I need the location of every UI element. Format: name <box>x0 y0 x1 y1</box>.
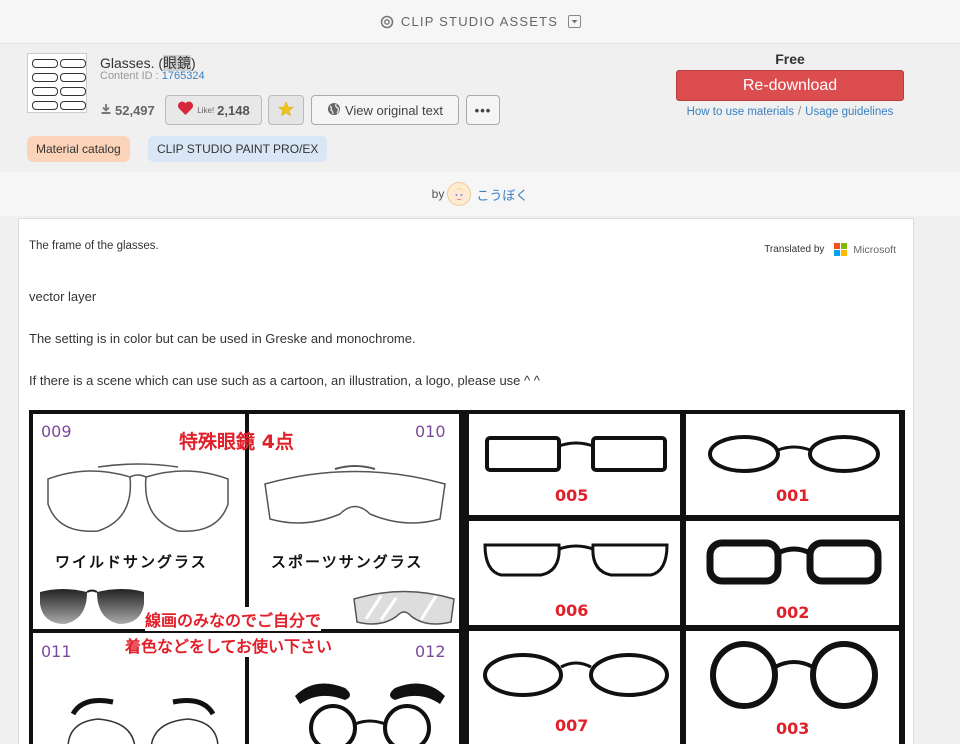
like-label: Like! <box>197 105 215 115</box>
like-button[interactable]: Like! 2,148 <box>165 95 262 125</box>
brand-name[interactable]: CLIP STUDIO ASSETS <box>401 14 558 29</box>
dropdown-square-icon[interactable] <box>568 15 582 28</box>
clip-studio-logo-icon[interactable] <box>379 14 395 30</box>
view-original-text-button[interactable]: View original text <box>311 95 459 125</box>
link-separator: / <box>797 106 802 118</box>
dark-aviator-drawing <box>40 589 144 624</box>
sample-image[interactable]: 009 010 特殊眼鏡 4点 ワイルドサングラス スポーツサングラス 線画のみ… <box>29 410 905 744</box>
sports-glasses-drawing <box>264 465 446 524</box>
help-links: How to use materials / Usage guidelines <box>676 106 904 118</box>
item-number: 007 <box>555 716 589 735</box>
like-count: 2,148 <box>217 102 250 118</box>
more-dots-icon: ••• <box>474 102 492 118</box>
description-paragraph: vector layer <box>29 289 97 304</box>
item-number: 003 <box>776 719 810 738</box>
tag-material-catalog[interactable]: Material catalog <box>27 136 130 162</box>
content-id-label: Content ID : <box>100 70 159 82</box>
content-id: Content ID : 1765324 <box>100 70 205 82</box>
title-suffix: ) <box>191 55 196 71</box>
note-line-2: 着色などをしてお使い下さい <box>125 633 333 657</box>
author-name-link[interactable]: こうぼく <box>476 185 528 204</box>
content-id-link[interactable]: 1765324 <box>162 70 205 82</box>
description-title: The frame of the glasses. <box>29 240 159 252</box>
item-number: 006 <box>555 601 589 620</box>
glasses-panel-003: 003 <box>686 631 899 744</box>
item-number: 011 <box>41 642 72 661</box>
sports-sunglasses-label: スポーツサングラス <box>271 553 424 571</box>
aviator-glasses-drawing <box>47 463 229 533</box>
wild-sunglasses-label: ワイルドサングラス <box>55 553 208 571</box>
tinted-sports-drawing <box>353 590 455 625</box>
re-download-button[interactable]: Re-download <box>676 70 904 101</box>
note-line-1: 線画のみなのでご自分で <box>145 607 322 631</box>
top-bar: CLIP STUDIO ASSETS <box>0 0 960 44</box>
heart-icon <box>177 101 194 119</box>
groucho-glasses-drawing <box>295 683 445 744</box>
item-number: 001 <box>776 486 810 505</box>
glasses-panel-002: 002 <box>686 521 899 625</box>
title-highlight: 眼鏡 <box>163 55 192 71</box>
item-number: 012 <box>415 642 446 661</box>
item-number: 009 <box>41 422 72 441</box>
star-icon <box>278 100 294 120</box>
more-options-button[interactable]: ••• <box>466 95 500 125</box>
favorite-button[interactable] <box>268 95 304 125</box>
price-label: Free <box>775 51 805 67</box>
title-text: Glasses. ( <box>100 55 164 71</box>
view-original-label: View original text <box>344 102 444 118</box>
download-icon <box>100 103 112 118</box>
download-count: 52,497 <box>100 103 155 118</box>
tag-clip-studio-paint[interactable]: CLIP STUDIO PAINT PRO/EX <box>148 136 328 162</box>
special-glasses-panel: 009 010 特殊眼鏡 4点 ワイルドサングラス スポーツサングラス 線画のみ… <box>33 414 459 744</box>
glasses-panel-006: 006 <box>469 521 680 625</box>
description-paragraph: The setting is in color but can be used … <box>29 331 416 346</box>
download-count-value: 52,497 <box>115 103 155 118</box>
item-number: 002 <box>776 603 810 622</box>
microsoft-logo-icon <box>834 243 848 256</box>
glasses-panel-001: 001 <box>686 414 899 515</box>
description-paragraph: If there is a scene which can use such a… <box>29 373 540 388</box>
glasses-panel-005: 005 <box>469 414 680 515</box>
translation-credit: Translated by Microsoft <box>764 243 896 256</box>
by-label: by <box>431 187 445 201</box>
translated-by-label: Translated by <box>764 244 825 255</box>
glasses-panel-007: 007 <box>469 631 680 744</box>
material-thumbnail[interactable] <box>27 53 87 113</box>
special-glasses-title: 特殊眼鏡 4点 <box>179 431 294 453</box>
goggle-face-drawing <box>67 698 219 744</box>
author-avatar[interactable] <box>447 182 472 206</box>
usage-guidelines-link[interactable]: Usage guidelines <box>805 106 893 118</box>
globe-icon <box>327 102 341 119</box>
author-bar: by こうぼく <box>0 172 960 216</box>
item-number: 010 <box>415 422 446 441</box>
how-to-use-link[interactable]: How to use materials <box>687 106 794 118</box>
translator-name: Microsoft <box>853 243 896 256</box>
item-number: 005 <box>555 486 589 505</box>
description-card: The frame of the glasses. Translated by … <box>18 218 914 744</box>
